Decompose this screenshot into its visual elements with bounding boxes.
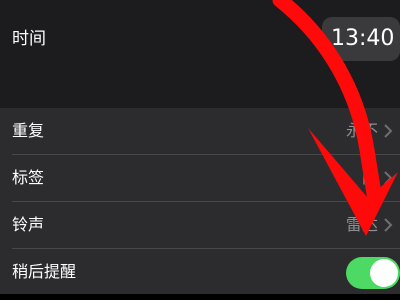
toggle-knob[interactable] [370, 259, 398, 287]
sound-row[interactable]: 铃声 雷达 [0, 202, 400, 248]
time-section: 时间 13:40 [0, 0, 400, 108]
time-picker[interactable]: 13:40 [322, 17, 400, 61]
chevron-right-icon [384, 124, 393, 138]
alarm-settings-list: 重复 永不 标签 闹 铃声 雷达 稍后提醒 [0, 108, 400, 294]
sound-label: 铃声 [12, 215, 45, 234]
repeat-value: 永不 [345, 121, 378, 140]
snooze-toggle[interactable] [346, 257, 400, 289]
label-value: 闹 [361, 168, 378, 187]
chevron-right-icon [384, 218, 393, 232]
sound-value: 雷达 [345, 215, 378, 234]
time-label: 时间 [12, 29, 46, 49]
repeat-row[interactable]: 重复 永不 [0, 108, 400, 154]
snooze-label: 稍后提醒 [12, 262, 77, 281]
chevron-right-icon [384, 171, 393, 185]
label-row[interactable]: 标签 闹 [0, 155, 400, 201]
snooze-row: 稍后提醒 [0, 249, 400, 295]
repeat-label: 重复 [12, 121, 45, 140]
label-label: 标签 [12, 168, 45, 187]
